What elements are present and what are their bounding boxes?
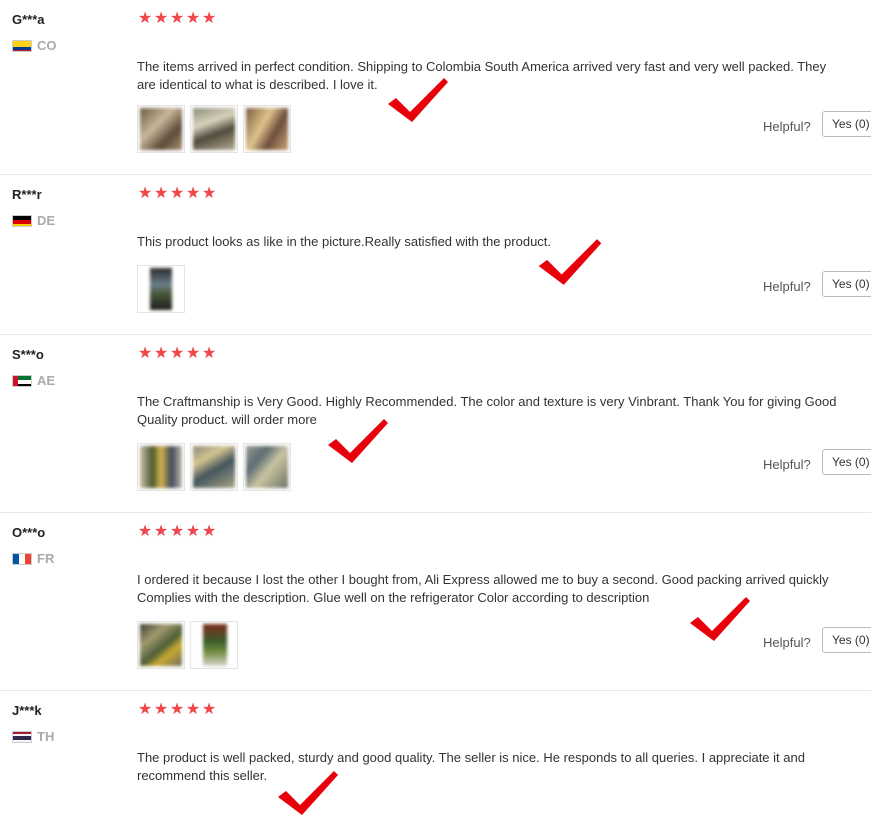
flag-germany-icon bbox=[12, 214, 32, 227]
reviewer-country: DE bbox=[12, 213, 55, 228]
star-icon: ★ bbox=[169, 523, 185, 540]
red-checkmark-icon bbox=[388, 78, 448, 122]
review-photo-thumbnail[interactable] bbox=[137, 443, 185, 491]
reviewer-country: CO bbox=[12, 38, 57, 53]
star-icon: ★ bbox=[137, 523, 153, 540]
reviewer-country: AE bbox=[12, 373, 55, 388]
star-icon: ★ bbox=[137, 10, 153, 27]
review-photos bbox=[137, 265, 185, 313]
star-icon: ★ bbox=[137, 701, 153, 718]
star-icon: ★ bbox=[169, 701, 185, 718]
review-photo-thumbnail[interactable] bbox=[243, 443, 291, 491]
review-text: This product looks as like in the pictur… bbox=[137, 234, 552, 249]
helpful-label: Helpful? bbox=[763, 279, 811, 294]
star-icon: ★ bbox=[169, 10, 185, 27]
red-checkmark-icon bbox=[328, 419, 388, 463]
country-code: AE bbox=[37, 373, 56, 388]
review-photo-thumbnail[interactable] bbox=[190, 105, 238, 153]
helpful-yes-button[interactable]: Yes (0) bbox=[822, 111, 871, 137]
reviewer-name: S***o bbox=[12, 347, 44, 362]
review-photos bbox=[137, 621, 238, 669]
star-icon: ★ bbox=[137, 185, 153, 202]
red-checkmark-icon bbox=[538, 239, 602, 285]
review-item: G***a CO ★ ★ ★ ★ ★ The items arrived in perf… bbox=[0, 0, 871, 175]
helpful-yes-button[interactable]: Yes (0) bbox=[822, 627, 871, 653]
red-checkmark-icon bbox=[278, 771, 338, 815]
review-photo-thumbnail[interactable] bbox=[190, 443, 238, 491]
star-icon: ★ bbox=[153, 345, 169, 362]
reviewer-name: R***r bbox=[12, 187, 42, 202]
star-icon: ★ bbox=[185, 185, 201, 202]
reviewer-name: J***k bbox=[12, 703, 42, 718]
review-photo-thumbnail[interactable] bbox=[137, 265, 185, 313]
star-rating: ★ ★ ★ ★ ★ bbox=[137, 701, 217, 719]
reviewer-name: G***a bbox=[12, 12, 45, 27]
review-text: The items arrived in perfect condition. … bbox=[137, 59, 827, 92]
review-item: R***r DE ★ ★ ★ ★ ★ This product looks as lik… bbox=[0, 175, 871, 335]
star-rating: ★ ★ ★ ★ ★ bbox=[137, 10, 217, 28]
star-icon: ★ bbox=[185, 523, 201, 540]
star-icon: ★ bbox=[201, 523, 217, 540]
review-photo-thumbnail[interactable] bbox=[243, 105, 291, 153]
star-rating: ★ ★ ★ ★ ★ bbox=[137, 185, 217, 203]
flag-uae-icon bbox=[12, 374, 32, 387]
country-code: CO bbox=[37, 38, 57, 53]
flag-colombia-icon bbox=[12, 39, 32, 52]
helpful-label: Helpful? bbox=[763, 635, 811, 650]
star-icon: ★ bbox=[201, 345, 217, 362]
star-icon: ★ bbox=[185, 701, 201, 718]
star-icon: ★ bbox=[201, 10, 217, 27]
red-checkmark-icon bbox=[690, 597, 750, 641]
star-icon: ★ bbox=[201, 185, 217, 202]
flag-thailand-icon bbox=[12, 730, 32, 743]
review-text: The Craftmanship is Very Good. Highly Re… bbox=[137, 394, 837, 427]
review-photo-thumbnail[interactable] bbox=[137, 621, 185, 669]
review-photos bbox=[137, 105, 291, 153]
star-icon: ★ bbox=[169, 345, 185, 362]
reviewer-name: O***o bbox=[12, 525, 46, 540]
country-code: DE bbox=[37, 213, 56, 228]
review-item: J***k TH ★ ★ ★ ★ ★ The product is well packe… bbox=[0, 691, 871, 815]
star-icon: ★ bbox=[185, 10, 201, 27]
review-item: S***o AE ★ ★ ★ ★ ★ The Craftmanship is Very … bbox=[0, 335, 871, 513]
country-code: FR bbox=[37, 551, 55, 566]
star-icon: ★ bbox=[153, 185, 169, 202]
star-icon: ★ bbox=[153, 701, 169, 718]
flag-france-icon bbox=[12, 552, 32, 565]
star-rating: ★ ★ ★ ★ ★ bbox=[137, 345, 217, 363]
star-icon: ★ bbox=[153, 523, 169, 540]
helpful-yes-button[interactable]: Yes (0) bbox=[822, 271, 871, 297]
star-icon: ★ bbox=[169, 185, 185, 202]
review-item: O***o FR ★ ★ ★ ★ ★ I ordered it because I lo… bbox=[0, 513, 871, 691]
reviewer-country: FR bbox=[12, 551, 54, 566]
star-icon: ★ bbox=[137, 345, 153, 362]
review-text: The product is well packed, sturdy and g… bbox=[137, 750, 805, 783]
country-code: TH bbox=[37, 729, 55, 744]
review-photo-thumbnail[interactable] bbox=[137, 105, 185, 153]
star-icon: ★ bbox=[201, 701, 217, 718]
star-icon: ★ bbox=[185, 345, 201, 362]
review-photos bbox=[137, 443, 291, 491]
helpful-label: Helpful? bbox=[763, 119, 811, 134]
star-rating: ★ ★ ★ ★ ★ bbox=[137, 523, 217, 541]
star-icon: ★ bbox=[153, 10, 169, 27]
review-photo-thumbnail[interactable] bbox=[190, 621, 238, 669]
reviewer-country: TH bbox=[12, 729, 54, 744]
helpful-yes-button[interactable]: Yes (0) bbox=[822, 449, 871, 475]
helpful-label: Helpful? bbox=[763, 457, 811, 472]
